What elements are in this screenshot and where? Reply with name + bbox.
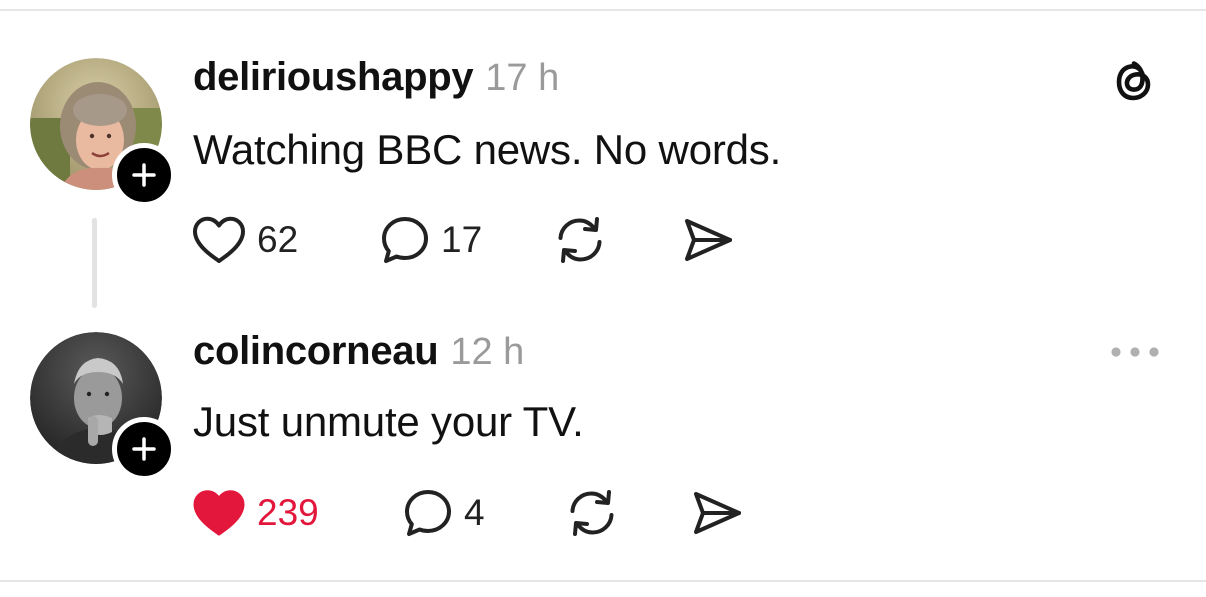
- post-text: Just unmute your TV.: [193, 398, 584, 445]
- reply-count: 4: [464, 492, 485, 533]
- comment-icon: [405, 490, 451, 536]
- repost-button[interactable]: [565, 485, 619, 541]
- plus-icon: [132, 163, 156, 187]
- send-icon: [694, 492, 741, 534]
- username-link[interactable]: delirioushappy: [193, 55, 474, 100]
- top-divider: [0, 9, 1206, 11]
- timestamp: 17 h: [485, 57, 560, 99]
- share-button[interactable]: [690, 485, 744, 541]
- plus-icon: [132, 437, 156, 461]
- heart-filled-icon: [193, 490, 245, 536]
- like-button[interactable]: 239: [191, 485, 319, 541]
- heart-icon: [193, 216, 245, 263]
- avatar-container[interactable]: [30, 58, 176, 207]
- like-count: 239: [257, 492, 319, 533]
- timestamp: 12 h: [450, 331, 525, 373]
- post-header: colincorneau 12 h: [193, 329, 524, 379]
- repost-icon: [570, 490, 614, 536]
- send-icon: [685, 219, 732, 261]
- comment-icon: [382, 217, 428, 263]
- share-button[interactable]: [681, 212, 735, 268]
- thread-connector-line: [92, 218, 97, 308]
- more-options-icon[interactable]: [1108, 342, 1162, 362]
- avatar-container[interactable]: [30, 332, 176, 481]
- like-count: 62: [257, 219, 299, 260]
- like-button[interactable]: 62: [191, 212, 298, 268]
- bottom-divider: [0, 580, 1206, 582]
- follow-button[interactable]: [112, 143, 176, 207]
- post-header: delirioushappy 17 h: [193, 55, 559, 105]
- reply-count: 17: [441, 219, 483, 260]
- reply-button[interactable]: 17: [379, 212, 482, 268]
- threads-logo-icon[interactable]: [1110, 56, 1158, 108]
- reply-button[interactable]: 4: [402, 485, 485, 541]
- repost-button[interactable]: [553, 212, 607, 268]
- repost-icon: [558, 217, 602, 263]
- username-link[interactable]: colincorneau: [193, 329, 439, 374]
- follow-button[interactable]: [112, 417, 176, 481]
- post-text: Watching BBC news. No words.: [193, 126, 782, 173]
